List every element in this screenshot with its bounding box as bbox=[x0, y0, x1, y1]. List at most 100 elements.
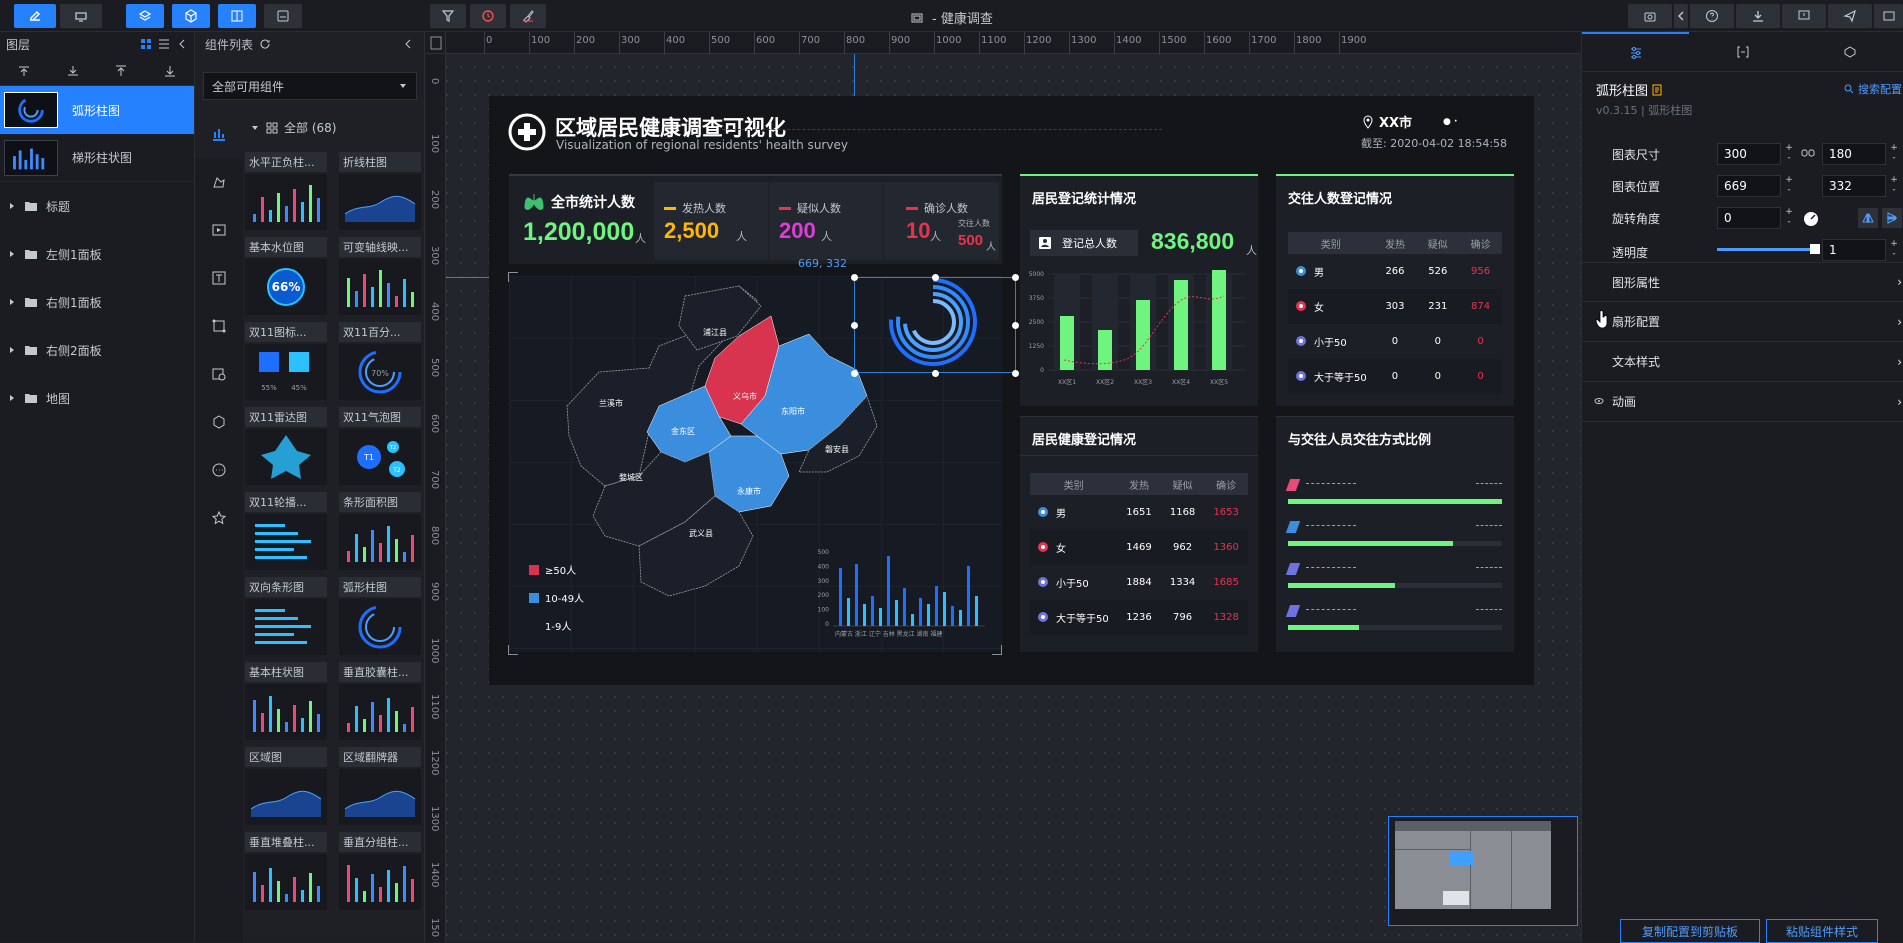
resize-handle[interactable] bbox=[851, 322, 858, 329]
component-card[interactable]: 双11轮播... bbox=[245, 492, 327, 572]
network-category-icon[interactable] bbox=[195, 398, 243, 446]
component-card[interactable]: 可变轴线映... bbox=[339, 237, 421, 317]
resize-handle[interactable] bbox=[1012, 322, 1019, 329]
flip-vertical-icon[interactable] bbox=[1882, 208, 1902, 228]
opacity-input[interactable]: 1 bbox=[1822, 239, 1886, 261]
layer-folder[interactable]: 右侧2面板 bbox=[0, 326, 194, 374]
component-card[interactable]: 基本柱状图 bbox=[245, 662, 327, 742]
collapse-panel-icon[interactable] bbox=[176, 38, 188, 50]
component-card[interactable]: 垂直堆叠柱... bbox=[245, 832, 327, 912]
text-category-icon[interactable] bbox=[195, 254, 243, 302]
copy-config-button[interactable]: 复制配置到剪贴板 bbox=[1620, 919, 1760, 943]
selected-widget-frame[interactable] bbox=[851, 274, 1019, 377]
publish-icon[interactable] bbox=[1828, 4, 1872, 28]
component-card[interactable]: 弧形柱图 bbox=[339, 577, 421, 657]
component-filter-select[interactable]: 全部可用组件 bbox=[203, 72, 417, 100]
grid-view-icon[interactable] bbox=[140, 38, 152, 50]
move-down-icon[interactable] bbox=[66, 64, 80, 78]
component-card[interactable]: 区域翻牌器 bbox=[339, 747, 421, 827]
y-stepper[interactable]: + - bbox=[1888, 175, 1900, 197]
edit-mode-icon[interactable] bbox=[14, 4, 56, 28]
resize-handle[interactable] bbox=[1012, 370, 1019, 377]
component-card[interactable]: 双11图标... 55% 45% bbox=[245, 322, 327, 402]
component-card[interactable]: 条形面积图 bbox=[339, 492, 421, 572]
vertical-ruler[interactable]: 0 100 200 300 400 500 600 700 800 900 1000 1100 1200… bbox=[426, 54, 446, 942]
component-card[interactable]: 双11雷达图 bbox=[245, 407, 327, 487]
component-card[interactable]: 双11百分... 70% bbox=[339, 322, 421, 402]
component-card[interactable]: 区域图 bbox=[245, 747, 327, 827]
component-card[interactable]: 基本水位图 66% bbox=[245, 237, 327, 317]
opacity-slider-thumb[interactable] bbox=[1810, 244, 1820, 254]
resize-handle[interactable] bbox=[851, 370, 858, 377]
resize-handle[interactable] bbox=[932, 370, 939, 377]
move-bottom-icon[interactable] bbox=[163, 64, 177, 78]
x-input[interactable]: 669 bbox=[1717, 175, 1781, 197]
rotation-input[interactable]: 0 bbox=[1717, 207, 1781, 229]
layer-folder[interactable]: 右侧1面板 bbox=[0, 278, 194, 326]
x-stepper[interactable]: + - bbox=[1783, 175, 1795, 197]
layer-folder[interactable]: 地图 bbox=[0, 374, 194, 422]
brush-icon[interactable] bbox=[510, 4, 546, 28]
component-card[interactable]: 双向条形图 bbox=[245, 577, 327, 657]
config-toggle-icon[interactable] bbox=[218, 4, 256, 28]
group-expand-icon[interactable] bbox=[250, 123, 260, 133]
refresh-components-icon[interactable] bbox=[259, 38, 271, 50]
component-card[interactable]: 垂直分组柱... bbox=[339, 832, 421, 912]
search-config-link[interactable]: 搜索配置 bbox=[1844, 81, 1902, 97]
tab-interaction[interactable] bbox=[1796, 32, 1903, 71]
preview-mode-icon[interactable] bbox=[60, 4, 102, 28]
collapse-components-icon[interactable] bbox=[402, 38, 414, 50]
screenshot-icon[interactable] bbox=[1628, 4, 1672, 28]
section-text-style[interactable]: 文本样式 › bbox=[1582, 342, 1903, 382]
layers-toggle-icon[interactable] bbox=[126, 4, 164, 28]
opacity-stepper[interactable]: + - bbox=[1888, 239, 1900, 261]
document-icon[interactable] bbox=[1652, 84, 1662, 96]
refresh-icon[interactable] bbox=[470, 4, 506, 28]
layer-folder[interactable]: 标题 bbox=[0, 182, 194, 230]
map-category-icon[interactable] bbox=[195, 158, 243, 206]
component-card[interactable]: 双11气泡图 T1 T2 T2 bbox=[339, 407, 421, 487]
move-top-icon[interactable] bbox=[114, 64, 128, 78]
save-icon[interactable] bbox=[264, 4, 302, 28]
tab-data[interactable] bbox=[1689, 32, 1796, 71]
arc-bar-chart[interactable] bbox=[881, 274, 985, 378]
relation-category-icon[interactable] bbox=[195, 302, 243, 350]
more-category-icon[interactable] bbox=[195, 446, 243, 494]
height-stepper[interactable]: + - bbox=[1888, 143, 1900, 165]
width-stepper[interactable]: + - bbox=[1783, 143, 1795, 165]
resize-handle[interactable] bbox=[1012, 274, 1019, 281]
horizontal-ruler[interactable]: 0 100 200 300 400 500 600 700 800 900 1000 1100 1200… bbox=[446, 32, 1581, 54]
eye-icon[interactable] bbox=[1594, 396, 1604, 406]
flip-horizontal-icon[interactable] bbox=[1858, 208, 1878, 228]
favorite-category-icon[interactable] bbox=[195, 494, 243, 542]
tab-config[interactable] bbox=[1582, 32, 1689, 71]
preview-icon[interactable] bbox=[1874, 4, 1903, 28]
section-sector-config[interactable]: 扇形配置 › bbox=[1582, 302, 1903, 342]
layer-folder[interactable]: 左侧1面板 bbox=[0, 230, 194, 278]
list-view-icon[interactable] bbox=[158, 38, 170, 50]
comment-icon[interactable] bbox=[1782, 4, 1826, 28]
resize-handle[interactable] bbox=[932, 274, 939, 281]
link-ratio-icon[interactable] bbox=[1801, 148, 1815, 158]
rotation-dial-icon[interactable] bbox=[1803, 211, 1819, 227]
section-animation[interactable]: 动画 › bbox=[1582, 382, 1903, 422]
section-shape-props[interactable]: 图形属性 › bbox=[1582, 262, 1903, 302]
paste-style-button[interactable]: 粘贴组件样式 bbox=[1766, 919, 1878, 943]
filter-icon[interactable] bbox=[430, 4, 466, 28]
component-card[interactable]: 折线柱图 bbox=[339, 152, 421, 232]
help-icon[interactable] bbox=[1690, 4, 1734, 28]
height-input[interactable]: 180 bbox=[1822, 143, 1886, 165]
opacity-slider-track[interactable] bbox=[1717, 248, 1815, 251]
collapse-left-icon[interactable] bbox=[1674, 4, 1688, 28]
media-category-icon[interactable] bbox=[195, 206, 243, 254]
rotation-stepper[interactable]: + - bbox=[1783, 207, 1795, 229]
bar-chart-category-icon[interactable] bbox=[195, 110, 243, 158]
component-card[interactable]: 垂直胶囊柱... bbox=[339, 662, 421, 742]
move-up-icon[interactable] bbox=[17, 64, 31, 78]
resize-handle[interactable] bbox=[851, 274, 858, 281]
y-input[interactable]: 332 bbox=[1822, 175, 1886, 197]
canvas-minimap[interactable] bbox=[1388, 816, 1578, 926]
layer-item-arc-bar[interactable]: 弧形柱图 bbox=[0, 86, 194, 134]
components-toggle-icon[interactable] bbox=[172, 4, 210, 28]
interaction-category-icon[interactable] bbox=[195, 350, 243, 398]
